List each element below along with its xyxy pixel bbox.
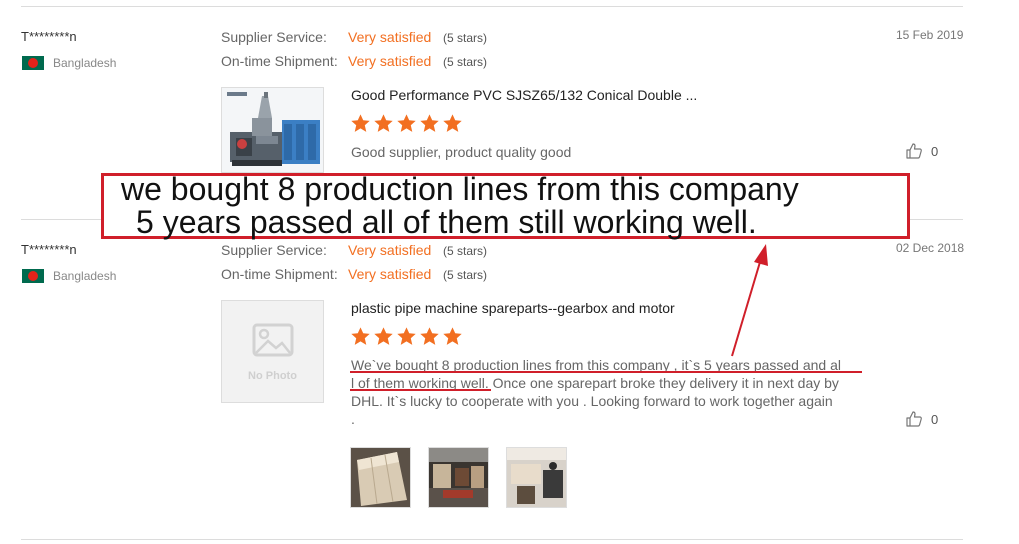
comment-line: .	[351, 411, 355, 427]
product-image-placeholder: No Photo	[221, 300, 324, 403]
like-button[interactable]: 0	[905, 410, 938, 428]
no-photo-icon	[252, 323, 294, 357]
product-title-link[interactable]: plastic pipe machine spareparts--gearbox…	[351, 300, 675, 316]
review-photo[interactable]	[506, 447, 567, 508]
divider-top	[21, 6, 963, 7]
like-button[interactable]: 0	[905, 142, 938, 160]
shipment-stars: (5 stars)	[443, 55, 488, 69]
review-photo[interactable]	[350, 447, 411, 508]
supplier-service-label: Supplier Service:	[221, 29, 327, 45]
star-icon	[351, 114, 370, 132]
star-icon	[374, 114, 393, 132]
review-photo-gallery	[350, 447, 567, 508]
star-icon	[397, 114, 416, 132]
product-rating	[350, 326, 463, 347]
divider-bottom	[21, 539, 963, 540]
extruder-machine-illustration	[222, 88, 323, 172]
star-icon	[443, 327, 462, 345]
thumbs-up-icon	[906, 411, 922, 427]
shipment-label: On-time Shipment:	[221, 53, 338, 69]
review-photo[interactable]	[428, 447, 489, 508]
star-icon	[351, 327, 370, 345]
shipment-value: Very satisfied	[348, 53, 432, 69]
annotation-underline	[350, 371, 862, 373]
star-icon	[420, 114, 439, 132]
supplier-service-value: Very satisfied	[348, 242, 432, 258]
review-comment: Good supplier, product quality good	[351, 144, 572, 160]
reviewer-name: T********n	[21, 242, 77, 257]
comment-line: DHL. It`s lucky to cooperate with you . …	[351, 393, 833, 409]
supplier-service-value: Very satisfied	[348, 29, 432, 45]
star-icon	[374, 327, 393, 345]
supplier-service-stars: (5 stars)	[443, 31, 488, 45]
product-image[interactable]	[221, 87, 324, 173]
review-date: 02 Dec 2018	[896, 241, 965, 255]
annotation-callout-box: we bought 8 production lines from this c…	[101, 173, 910, 239]
annotation-line-1: we bought 8 production lines from this c…	[121, 171, 799, 207]
photo-thumbnail-crates	[351, 448, 410, 507]
review-comment: We`ve bought 8 production lines from thi…	[351, 356, 861, 428]
star-icon	[443, 114, 462, 132]
thumbs-up-icon	[906, 143, 922, 159]
review-date: 15 Feb 2019	[896, 28, 964, 42]
reviewer-name: T********n	[21, 29, 77, 44]
no-photo-label: No Photo	[248, 370, 297, 382]
bangladesh-flag-icon	[22, 269, 44, 283]
like-count: 0	[931, 143, 939, 159]
shipment-value: Very satisfied	[348, 266, 432, 282]
annotation-underline	[350, 389, 491, 391]
star-icon	[420, 327, 439, 345]
star-icon	[397, 327, 416, 345]
annotation-line-2: 5 years passed all of them still working…	[136, 204, 757, 240]
product-rating	[350, 113, 463, 134]
photo-thumbnail-factory	[429, 448, 488, 507]
shipment-label: On-time Shipment:	[221, 266, 338, 282]
photo-thumbnail-workshop	[507, 448, 566, 507]
like-count: 0	[931, 411, 939, 427]
reviewer-country: Bangladesh	[53, 56, 117, 70]
reviewer-country: Bangladesh	[53, 269, 117, 283]
supplier-service-label: Supplier Service:	[221, 242, 327, 258]
product-title-link[interactable]: Good Performance PVC SJSZ65/132 Conical …	[351, 87, 697, 103]
shipment-stars: (5 stars)	[443, 268, 488, 282]
bangladesh-flag-icon	[22, 56, 44, 70]
supplier-service-stars: (5 stars)	[443, 244, 488, 258]
